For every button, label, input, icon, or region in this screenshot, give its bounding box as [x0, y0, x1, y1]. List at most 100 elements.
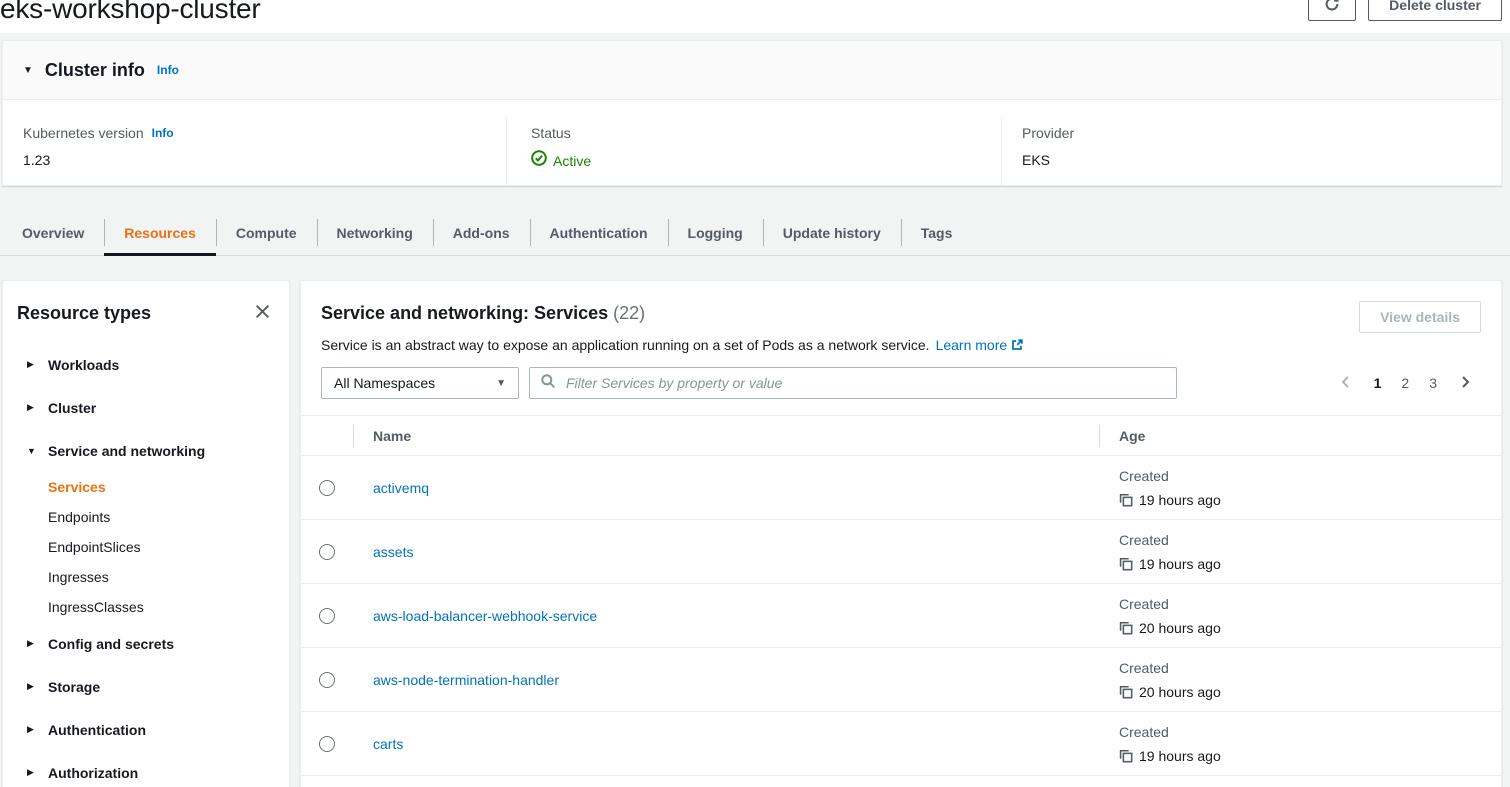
copy-icon[interactable] [1119, 493, 1133, 507]
field-label: Status [531, 124, 981, 142]
sidebar-group-config-and-secrets[interactable]: ▶Config and secrets [17, 622, 275, 665]
caret-right-icon: ▶ [27, 359, 38, 370]
sidebar-group-label: Workloads [48, 357, 119, 373]
cluster-info-field: Kubernetes versionInfo 1.23 [3, 116, 506, 185]
view-details-button[interactable]: View details [1359, 301, 1481, 333]
row-name-cell: carts [353, 712, 1099, 775]
row-select-cell [301, 456, 353, 519]
cluster-info-header[interactable]: ▼ Cluster info Info [3, 41, 1501, 100]
row-radio[interactable] [319, 480, 335, 496]
row-name-cell [353, 776, 1099, 787]
table-row: aws-node-termination-handler Created 20 ho… [301, 648, 1501, 712]
tab-add-ons[interactable]: Add-ons [433, 210, 530, 255]
pagination-prev-button[interactable] [1338, 374, 1354, 393]
pagination-pages: 123 [1374, 373, 1437, 393]
tab-label: Logging [688, 225, 743, 241]
row-radio[interactable] [319, 736, 335, 752]
refresh-button[interactable] [1308, 0, 1356, 21]
row-radio[interactable] [319, 672, 335, 688]
caret-right-icon: ▶ [27, 638, 38, 649]
column-header-age: Age [1099, 426, 1501, 446]
row-radio[interactable] [319, 608, 335, 624]
table-header: NameAge [301, 415, 1501, 456]
age-text: 20 hours ago [1139, 618, 1221, 638]
page-number-2[interactable]: 2 [1401, 373, 1409, 393]
field-label: Kubernetes versionInfo [23, 124, 486, 142]
close-panel-button[interactable] [252, 301, 273, 325]
tab-update-history[interactable]: Update history [763, 210, 901, 255]
sidebar-item-ingresses[interactable]: Ingresses [17, 562, 275, 592]
page-number-3[interactable]: 3 [1429, 373, 1437, 393]
eks-console-page: eks-workshop-cluster Delete cluster ▼ Cl… [0, 0, 1510, 787]
tabs: Overview ResourcesComputeNetworking Add-on… [0, 210, 1510, 256]
pagination-next-button[interactable] [1457, 374, 1473, 393]
tab-authentication[interactable]: Authentication [530, 210, 668, 255]
sidebar-group-label: Authorization [48, 765, 138, 781]
sidebar-item-endpointslices[interactable]: EndpointSlices [17, 532, 275, 562]
table-body: activemqCreated19 hours agoassetsCreated… [301, 456, 1501, 787]
service-name-link[interactable]: assets [373, 544, 413, 560]
age-created-label: Created [1119, 658, 1501, 678]
copy-icon[interactable] [1119, 621, 1133, 635]
sidebar-item-endpoints[interactable]: Endpoints [17, 502, 275, 532]
namespace-select-value: All Namespaces [334, 375, 435, 391]
field-info-link[interactable]: Info [152, 124, 174, 142]
service-name-link[interactable]: aws-node-termination-handler [373, 672, 559, 688]
tab-logging[interactable]: Logging [668, 210, 763, 255]
tab-label: Add-ons [453, 225, 510, 241]
sidebar-item-ingressclasses[interactable]: IngressClasses [17, 592, 275, 622]
sidebar-group-workloads[interactable]: ▶ Workloads [17, 343, 275, 386]
service-name-link[interactable]: activemq [373, 480, 429, 496]
service-name-link[interactable]: aws-load-balancer-webhook-service [373, 608, 597, 624]
search-input[interactable] [564, 374, 1166, 392]
row-select-cell [301, 648, 353, 711]
age-text: 19 hours ago [1139, 746, 1221, 766]
row-radio[interactable] [319, 544, 335, 560]
service-name-link[interactable]: carts [373, 736, 403, 752]
sidebar-group-label: Authentication [48, 722, 146, 738]
namespace-select[interactable]: All Namespaces ▼ [321, 367, 519, 399]
chevron-down-icon: ▼ [496, 378, 506, 389]
tab-label: Tags [921, 225, 953, 241]
table-row: assetsCreated19 hours ago [301, 520, 1501, 584]
page-header: eks-workshop-cluster Delete cluster [0, 0, 1510, 33]
tab-resources[interactable]: Resources [104, 210, 216, 255]
age-value: 19 hours ago [1119, 490, 1501, 510]
sidebar-group-service-and-networking[interactable]: ▼Service and networking [17, 429, 275, 472]
tab-overview[interactable]: Overview [2, 210, 104, 255]
row-name-cell: aws-node-termination-handler [353, 648, 1099, 711]
caret-down-icon: ▼ [27, 446, 38, 456]
copy-icon[interactable] [1119, 685, 1133, 699]
sidebar-group-cluster[interactable]: ▶Cluster [17, 386, 275, 429]
learn-more-link[interactable]: Learn more [936, 337, 1025, 353]
status-check-icon [531, 150, 547, 171]
copy-icon[interactable] [1119, 557, 1133, 571]
copy-icon[interactable] [1119, 749, 1133, 763]
services-table: NameAge activemqCreated19 hours agoasset… [301, 415, 1501, 787]
delete-cluster-button[interactable]: Delete cluster [1368, 0, 1502, 21]
age-value: 19 hours ago [1119, 554, 1501, 574]
cluster-info-info-link[interactable]: Info [157, 63, 179, 77]
sidebar-group-authorization[interactable]: ▶Authorization [17, 751, 275, 787]
tab-networking[interactable]: Networking [317, 210, 433, 255]
refresh-icon [1324, 0, 1340, 15]
tab-label: Update history [783, 225, 881, 241]
field-value: 1.23 [23, 150, 486, 170]
sidebar-group-authentication[interactable]: ▶Authentication [17, 708, 275, 751]
age-value: 20 hours ago [1119, 682, 1501, 702]
table-row: activemqCreated19 hours ago [301, 456, 1501, 520]
sidebar-group-storage[interactable]: ▶Storage [17, 665, 275, 708]
row-select-cell [301, 520, 353, 583]
search-box [529, 367, 1177, 399]
sidebar-item-services[interactable]: Services [17, 472, 275, 502]
page-number-1[interactable]: 1 [1374, 373, 1382, 393]
tab-tags[interactable]: Tags [901, 210, 973, 255]
row-select-cell [301, 712, 353, 775]
tab-label: Overview [22, 225, 84, 241]
caret-right-icon: ▶ [27, 402, 38, 413]
tab-compute[interactable]: Compute [216, 210, 317, 255]
services-count: (22) [613, 303, 645, 323]
cluster-info-section: ▼ Cluster info Info Kubernetes versionIn… [2, 40, 1502, 186]
row-select-cell [301, 776, 353, 787]
row-age-cell: Created19 hours ago [1099, 712, 1501, 775]
